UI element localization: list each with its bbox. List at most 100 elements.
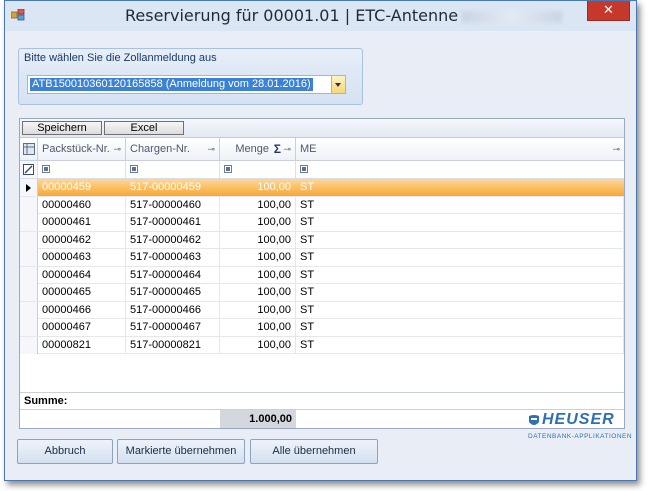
cell-menge[interactable]: 100,00 xyxy=(220,196,296,214)
column-header-packstueck[interactable]: Packstück-Nr. ⊸ xyxy=(38,138,126,160)
cell-packstueck[interactable]: 00000461 xyxy=(38,214,126,231)
column-label-me: ME xyxy=(300,143,317,155)
cancel-button[interactable]: Abbruch xyxy=(17,439,113,464)
cell-menge[interactable]: 100,00 xyxy=(220,319,296,336)
row-indicator[interactable] xyxy=(20,249,38,266)
cell-menge[interactable]: 100,00 xyxy=(220,179,296,196)
cell-packstueck[interactable]: 00000463 xyxy=(38,249,126,266)
cell-menge[interactable]: 100,00 xyxy=(220,249,296,266)
table-row[interactable]: 00000467 517-00000467 100,00 ST xyxy=(20,319,624,337)
cell-me[interactable]: ST xyxy=(296,214,624,231)
title-bar[interactable]: Reservierung für 00001.01 | ETC-Antenne … xyxy=(5,1,636,31)
cell-charge[interactable]: 517-00000460 xyxy=(126,196,220,214)
filter-cell-packstueck[interactable] xyxy=(38,161,126,178)
cell-me[interactable]: ST xyxy=(296,179,624,196)
row-indicator[interactable] xyxy=(20,266,38,284)
cell-packstueck[interactable]: 00000459 xyxy=(38,179,126,196)
table-row[interactable]: 00000459 517-00000459 100,00 ST xyxy=(20,179,624,197)
column-header-menge[interactable]: Menge Σ ⊸ xyxy=(220,138,296,160)
row-indicator[interactable] xyxy=(20,231,38,249)
cell-me[interactable]: ST xyxy=(296,301,624,319)
cell-me[interactable]: ST xyxy=(296,266,624,284)
column-header-me[interactable]: ME ⊸ xyxy=(296,138,624,160)
cell-menge[interactable]: 100,00 xyxy=(220,336,296,354)
cell-charge[interactable]: 517-00000467 xyxy=(126,319,220,336)
cell-menge[interactable]: 100,00 xyxy=(220,301,296,319)
cell-charge[interactable]: 517-00000464 xyxy=(126,266,220,284)
close-button[interactable]: ✕ xyxy=(587,1,630,21)
cell-menge[interactable]: 100,00 xyxy=(220,284,296,301)
grid-toolbar: Speichern Excel xyxy=(20,119,624,138)
logo-mark-icon xyxy=(529,415,539,425)
row-indicator[interactable] xyxy=(20,284,38,301)
filter-operator-icon[interactable] xyxy=(130,165,138,173)
filter-operator-icon[interactable] xyxy=(224,165,232,173)
cell-packstueck[interactable]: 00000462 xyxy=(38,231,126,249)
cell-packstueck[interactable]: 00000465 xyxy=(38,284,126,301)
excel-export-button[interactable]: Excel xyxy=(104,121,184,135)
column-header-charge[interactable]: Chargen-Nr. ⊸ xyxy=(126,138,220,160)
pin-icon[interactable]: ⊸ xyxy=(283,138,291,160)
table-row[interactable]: 00000462 517-00000462 100,00 ST xyxy=(20,231,624,249)
cell-packstueck[interactable]: 00000460 xyxy=(38,196,126,214)
cell-me[interactable]: ST xyxy=(296,231,624,249)
filter-operator-icon[interactable] xyxy=(300,165,308,173)
filter-cell-charge[interactable] xyxy=(126,161,220,178)
cell-me[interactable]: ST xyxy=(296,319,624,336)
cell-packstueck[interactable]: 00000821 xyxy=(38,336,126,354)
column-label-charge: Chargen-Nr. xyxy=(130,143,190,155)
cell-charge[interactable]: 517-00000459 xyxy=(126,179,220,196)
cell-charge[interactable]: 517-00000466 xyxy=(126,301,220,319)
cell-menge[interactable]: 100,00 xyxy=(220,266,296,284)
row-indicator[interactable] xyxy=(20,196,38,214)
table-row[interactable]: 00000460 517-00000460 100,00 ST xyxy=(20,196,624,214)
filter-operator-icon[interactable] xyxy=(42,165,50,173)
cell-menge[interactable]: 100,00 xyxy=(220,231,296,249)
cell-charge[interactable]: 517-00000465 xyxy=(126,284,220,301)
row-indicator[interactable] xyxy=(20,214,38,231)
apply-selected-button[interactable]: Markierte übernehmen xyxy=(117,439,245,464)
cell-charge[interactable]: 517-00000463 xyxy=(126,249,220,266)
redacted-title-part xyxy=(462,10,563,23)
row-indicator[interactable] xyxy=(20,336,38,354)
customs-declaration-group: Bitte wählen Sie die Zollanmeldung aus A… xyxy=(18,48,363,105)
row-indicator[interactable] xyxy=(20,179,38,196)
cell-me[interactable]: ST xyxy=(296,336,624,354)
table-row[interactable]: 00000821 517-00000821 100,00 ST xyxy=(20,336,624,354)
pin-icon[interactable]: ⊸ xyxy=(113,138,121,160)
table-row[interactable]: 00000466 517-00000466 100,00 ST xyxy=(20,301,624,319)
filter-cell-menge[interactable] xyxy=(220,161,296,178)
apply-all-button[interactable]: Alle übernehmen xyxy=(250,439,378,464)
table-row[interactable]: 00000463 517-00000463 100,00 ST xyxy=(20,249,624,267)
column-label-packstueck: Packstück-Nr. xyxy=(42,143,110,155)
heuser-logo: HEUSER DATENBANK-APPLIKATIONEN xyxy=(524,411,632,443)
summary-divider xyxy=(20,392,624,393)
cell-me[interactable]: ST xyxy=(296,196,624,214)
row-indicator[interactable] xyxy=(20,319,38,336)
cell-charge[interactable]: 517-00000821 xyxy=(126,336,220,354)
pin-icon[interactable]: ⊸ xyxy=(207,138,215,160)
filter-row-indicator xyxy=(20,161,38,178)
cell-packstueck[interactable]: 00000466 xyxy=(38,301,126,319)
sigma-icon[interactable]: Σ xyxy=(274,138,281,160)
dialog-window: Reservierung für 00001.01 | ETC-Antenne … xyxy=(4,0,637,481)
cell-me[interactable]: ST xyxy=(296,284,624,301)
cell-packstueck[interactable]: 00000467 xyxy=(38,319,126,336)
customs-declaration-combo[interactable]: ATB150010360120165858 (Anmeldung vom 28.… xyxy=(27,75,346,94)
column-chooser-cell[interactable] xyxy=(20,138,38,160)
row-indicator[interactable] xyxy=(20,301,38,319)
cell-packstueck[interactable]: 00000464 xyxy=(38,266,126,284)
table-row[interactable]: 00000465 517-00000465 100,00 ST xyxy=(20,284,624,302)
cell-charge[interactable]: 517-00000461 xyxy=(126,214,220,231)
cell-menge[interactable]: 100,00 xyxy=(220,214,296,231)
cell-charge[interactable]: 517-00000462 xyxy=(126,231,220,249)
chevron-down-icon[interactable] xyxy=(331,76,345,93)
save-button[interactable]: Speichern xyxy=(22,121,102,135)
table-row[interactable]: 00000464 517-00000464 100,00 ST xyxy=(20,266,624,284)
current-row-arrow-icon xyxy=(26,184,31,192)
cell-me[interactable]: ST xyxy=(296,249,624,266)
grid-header: Packstück-Nr. ⊸ Chargen-Nr. ⊸ Menge Σ ⊸ ME ⊸ xyxy=(20,138,624,161)
filter-cell-me[interactable] xyxy=(296,161,624,178)
table-row[interactable]: 00000461 517-00000461 100,00 ST xyxy=(20,214,624,232)
pin-icon[interactable]: ⊸ xyxy=(612,138,620,160)
